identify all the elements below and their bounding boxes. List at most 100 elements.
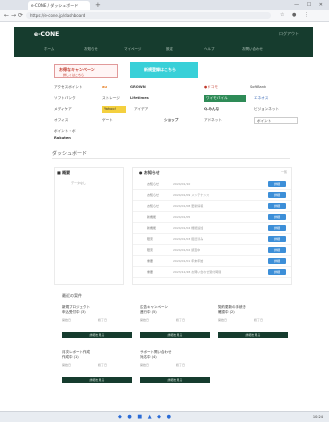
campaign-banner-sub: 詳しくはこちら [63,73,85,77]
project-card-meta: 終了日 [176,318,186,322]
detail-button[interactable]: 詳細 [268,214,286,220]
project-card-meta: 終了日 [254,318,264,322]
partner-logo[interactable]: ストレージ [102,95,128,102]
profile-icon[interactable]: ● [292,10,296,21]
list-item: お知らせ 2024/01/08 更新情報 詳細 [133,202,291,212]
list-item: お知らせ 2024/01/10 詳細 [133,180,291,190]
project-card-button[interactable]: 詳細を見る [62,377,132,383]
partner-logo[interactable]: アイデア [134,106,168,113]
partner-logo[interactable]: ●ドコモ [204,84,240,91]
project-card-status: 確認中 (2) [218,310,235,314]
partner-logo[interactable]: Q.みんな [204,106,246,113]
list-item-value: 2024/01/10 [173,182,191,186]
reload-icon[interactable]: ⟳ [18,10,23,21]
project-card-button[interactable]: 詳細を見る [218,332,288,338]
news-view-all-link[interactable]: 一覧 [281,170,287,174]
page-title: ダッシュボード [52,151,88,157]
list-item-value: 2023/12/28 お問い合わせ受付時間 [173,270,222,274]
project-card-status: 進行中 (5) [140,310,157,314]
project-card-button[interactable]: 詳細を見る [62,332,132,338]
list-item: 障害 2024/01/03 復旧済み 詳細 [133,235,291,245]
partner-logo[interactable]: ソフトバンク [54,95,98,102]
nav-item-home[interactable]: ホーム [44,47,54,52]
project-card: 広告キャンペーン 進行中 (5) 開始日 終了日 詳細を見る [140,305,210,343]
summary-panel: ■ 概要 データなし [54,167,124,285]
partner-logo[interactable]: Yahoo! [102,106,126,113]
list-item-value: 2024/01/04 機能追加 [173,226,204,230]
nav-item-settings[interactable]: 設定 [166,47,173,52]
project-card-meta: 開始日 [62,318,72,322]
project-card-status: 申込受付中 (3) [62,310,86,314]
list-item-label: 障害 [147,248,154,252]
list-item: 障害 2024/01/02 調査中 詳細 [133,246,291,256]
taskbar-app-icons[interactable]: ◆ ● ■ ▲ ◆ ● [118,413,173,421]
partner-logo[interactable]: ショップ [164,117,194,124]
logout-link[interactable]: ログアウト [279,31,299,37]
partner-logo[interactable]: ゲート [102,117,128,124]
partner-logo[interactable]: ワイモバイル [204,95,246,102]
browser-tab[interactable]: e-CONE / ダッシュボード [28,1,90,10]
detail-button[interactable]: 詳細 [268,247,286,253]
divider [52,158,290,159]
back-icon[interactable]: ← [4,10,9,21]
list-item-value: 2024/01/01 年末年始 [173,259,204,263]
campaign-banner[interactable]: お得なキャンペーン 詳しくはこちら [54,64,118,78]
list-item-label: 重要 [147,259,154,263]
site-logo[interactable]: e-CONE [34,31,59,38]
detail-button[interactable]: 詳細 [268,258,286,264]
partner-logo-grid: アクセスポイント au GROWN ●ドコモ SoftBank ソフトバンク ス… [54,84,298,140]
menu-icon[interactable]: ⋮ [304,10,309,21]
forward-icon[interactable]: → [11,10,16,21]
list-item-label: お知らせ [147,204,159,208]
partner-logo[interactable]: ポイント [254,117,298,124]
nav-item-help[interactable]: ヘルプ [204,47,215,52]
list-item-label: 新機能 [147,226,157,230]
detail-button[interactable]: 詳細 [268,225,286,231]
project-card-meta: 終了日 [98,318,108,322]
project-card: 新規プロジェクト 申込受付中 (3) 開始日 終了日 詳細を見る [62,305,132,343]
window-controls[interactable]: — ☐ ✕ [294,0,326,10]
partner-logo[interactable]: SoftBank [250,84,298,91]
partner-logo[interactable]: メディケア [54,106,98,113]
list-item-label: 障害 [147,237,154,241]
detail-button[interactable]: 詳細 [268,181,286,187]
project-card-button[interactable]: 詳細を見る [140,377,210,383]
partner-logo[interactable]: Rakuten [54,135,94,142]
detail-button[interactable]: 詳細 [268,269,286,275]
partner-logo[interactable]: エネオス [254,95,298,102]
nav-item-contact[interactable]: お問い合わせ [242,47,263,52]
partner-logo[interactable]: オフィス [54,117,98,124]
list-item-value: 2024/01/08 更新情報 [173,204,204,208]
list-item-value: 2024/01/03 復旧済み [173,237,204,241]
header-nav: ホーム お知らせ マイページ 設定 ヘルプ お問い合わせ [44,47,284,53]
news-panel: ● お知らせ 一覧 お知らせ 2024/01/10 詳細 お知らせ 2024/0… [132,167,292,285]
news-panel-title: ● お知らせ [139,170,160,175]
detail-button[interactable]: 詳細 [268,192,286,198]
browser-toolbar: ← → ⟳ https://e-cone.jp/dashboard ☆ ● ⋮ [0,10,329,22]
partner-logo[interactable]: Lifetimes [130,95,168,102]
summary-panel-title: ■ 概要 [57,170,71,175]
partner-logo[interactable]: ポイント・ポ [54,128,98,135]
project-card-button[interactable]: 詳細を見る [140,332,210,338]
detail-button[interactable]: 詳細 [268,236,286,242]
nav-item-mypage[interactable]: マイページ [124,47,141,52]
partner-logo[interactable]: au [102,84,122,91]
project-card-meta: 開始日 [140,363,150,367]
detail-button[interactable]: 詳細 [268,203,286,209]
list-item-value: 2024/01/09 メンテナンス [173,193,210,197]
project-card-meta: 終了日 [98,363,108,367]
project-card-meta: 開始日 [62,363,72,367]
partner-logo[interactable]: GROWN [130,84,168,91]
nav-item-news[interactable]: お知らせ [84,47,98,52]
address-bar[interactable]: https://e-cone.jp/dashboard [26,12,271,19]
project-card-status: 対応中 (4) [140,355,157,359]
register-banner[interactable]: 新規登録はこちら [130,62,198,78]
new-tab-button[interactable]: + [95,0,101,10]
project-card-status: 作成中 (1) [62,355,79,359]
partner-logo[interactable]: ビジョンネット [254,106,298,113]
partner-logo[interactable]: アドネット [204,117,246,124]
list-item: 重要 2024/01/01 年末年始 詳細 [133,257,291,267]
partner-logo[interactable]: アクセスポイント [54,84,98,91]
star-icon[interactable]: ☆ [280,10,284,21]
list-item-label: 重要 [147,270,154,274]
